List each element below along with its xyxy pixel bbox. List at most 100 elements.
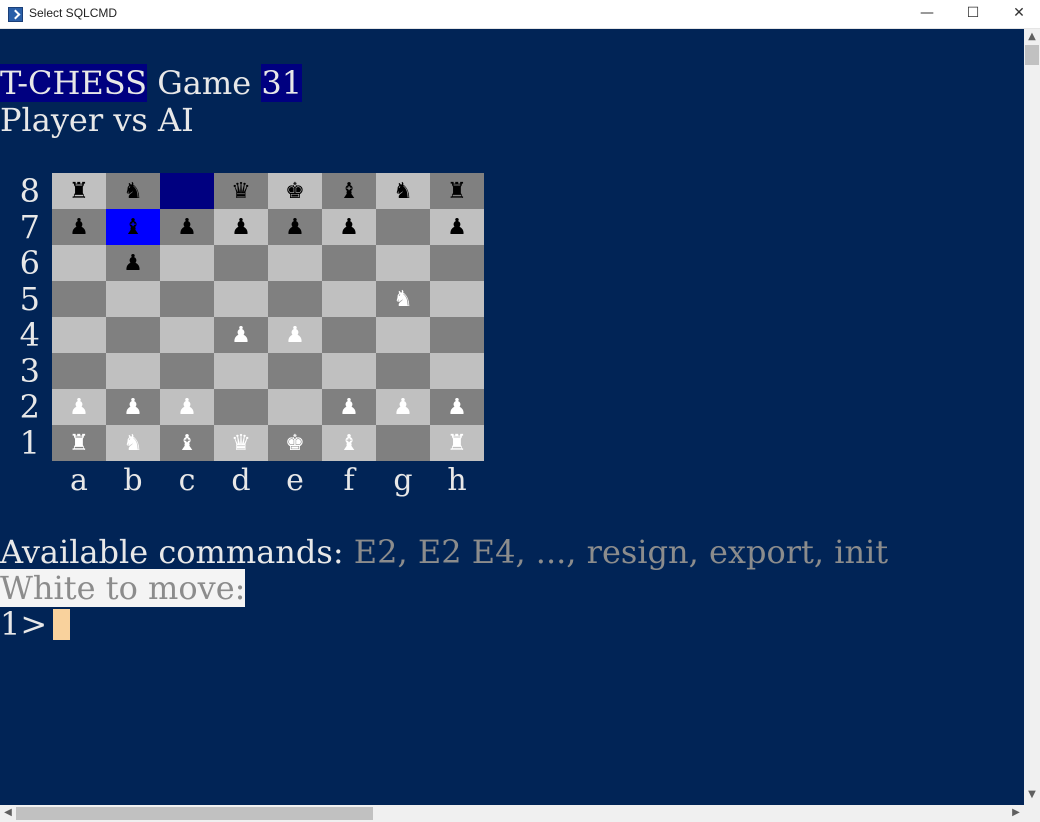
white-piece: ♞	[393, 286, 413, 312]
white-piece: ♚	[285, 430, 305, 456]
black-piece: ♝	[123, 214, 143, 240]
rank-label: 4	[19, 316, 40, 354]
window-title: Select SQLCMD	[29, 6, 118, 20]
close-icon: ✕	[1013, 5, 1025, 21]
rank-label: 2	[19, 388, 40, 426]
square-h6	[430, 245, 484, 281]
powershell-icon	[8, 7, 23, 22]
black-piece: ♟	[231, 214, 251, 240]
black-piece: ♟	[123, 250, 143, 276]
square-g6	[376, 245, 430, 281]
game-label: Game	[147, 64, 262, 102]
file-label: e	[286, 463, 304, 498]
horizontal-scrollbar[interactable]: ◀ ▶	[0, 805, 1024, 822]
black-piece: ♛	[231, 178, 251, 204]
black-piece: ♟	[177, 214, 197, 240]
square-g3	[376, 353, 430, 389]
square-a1: ♜	[52, 425, 106, 461]
scrollbar-corner	[1024, 805, 1040, 822]
rank-label: 3	[19, 352, 40, 390]
close-button[interactable]: ✕	[996, 0, 1040, 28]
square-g7	[376, 209, 430, 245]
white-piece: ♟	[447, 394, 467, 420]
square-f1: ♝	[322, 425, 376, 461]
rank-label: 8	[19, 172, 40, 210]
rank-label: 5	[19, 280, 40, 318]
square-d4: ♟	[214, 317, 268, 353]
square-a2: ♟	[52, 389, 106, 425]
square-g5: ♞	[376, 281, 430, 317]
file-label: f	[343, 463, 355, 498]
white-piece: ♟	[123, 394, 143, 420]
white-piece: ♝	[177, 430, 197, 456]
square-e6	[268, 245, 322, 281]
scroll-right-icon[interactable]: ▶	[1008, 807, 1024, 818]
square-a4	[52, 317, 106, 353]
file-label: g	[393, 463, 413, 498]
horizontal-scroll-thumb[interactable]	[16, 807, 373, 820]
rank-label: 6	[19, 244, 40, 282]
minimize-button[interactable]: —	[904, 0, 950, 28]
white-piece: ♟	[285, 322, 305, 348]
rank-label: 1	[19, 424, 40, 462]
scroll-left-icon[interactable]: ◀	[0, 807, 16, 818]
square-e2	[268, 389, 322, 425]
square-h5	[430, 281, 484, 317]
square-c5	[160, 281, 214, 317]
black-piece: ♟	[447, 214, 467, 240]
maximize-button[interactable]: ☐	[950, 0, 996, 28]
square-a3	[52, 353, 106, 389]
square-c6	[160, 245, 214, 281]
turn-line: White to move:	[0, 569, 246, 607]
square-b6: ♟	[106, 245, 160, 281]
square-h8: ♜	[430, 173, 484, 209]
square-c3	[160, 353, 214, 389]
square-d8: ♛	[214, 173, 268, 209]
square-b4	[106, 317, 160, 353]
file-label: c	[178, 463, 196, 498]
white-piece: ♟	[339, 394, 359, 420]
black-piece: ♟	[339, 214, 359, 240]
white-piece: ♟	[393, 394, 413, 420]
black-piece: ♚	[285, 178, 305, 204]
white-piece: ♟	[177, 394, 197, 420]
vertical-scrollbar[interactable]: ▲ ▼	[1024, 29, 1040, 805]
vertical-scroll-thumb[interactable]	[1025, 45, 1039, 65]
square-e5	[268, 281, 322, 317]
chess-board: ♜ ♞ ♛ ♚ ♝ ♞ ♜ ♟ ♝ ♟ ♟ ♟ ♟ ♟ ♟ ♞ ♟ ♟ ♟ ♟ ♟ ♟ ♟ ♟ ♜ ♞ ♝ ♛ ♚ ♝ ♜	[52, 173, 484, 461]
app-name: T-CHESS	[0, 64, 148, 102]
black-piece: ♟	[285, 214, 305, 240]
console-area[interactable]: T-CHESS Game 31 Player vs AI 87654321 ♜ ♞…	[0, 29, 1024, 805]
text-cursor[interactable]	[53, 609, 70, 640]
square-b2: ♟	[106, 389, 160, 425]
file-label: d	[231, 463, 251, 498]
commands-line: Available commands: E2, E2 E4, ..., resi…	[0, 534, 888, 571]
square-h7: ♟	[430, 209, 484, 245]
square-b3	[106, 353, 160, 389]
file-label: h	[447, 463, 467, 498]
square-a8: ♜	[52, 173, 106, 209]
turn-prompt: White to move:	[0, 569, 246, 607]
minimize-icon: —	[920, 5, 934, 21]
square-c8	[160, 173, 214, 209]
square-a7: ♟	[52, 209, 106, 245]
scroll-down-icon[interactable]: ▼	[1024, 789, 1040, 800]
rank-label: 7	[19, 208, 40, 246]
black-piece: ♜	[447, 178, 467, 204]
square-h4	[430, 317, 484, 353]
square-e4: ♟	[268, 317, 322, 353]
square-g2: ♟	[376, 389, 430, 425]
black-piece: ♞	[393, 178, 413, 204]
scroll-up-icon[interactable]: ▲	[1024, 31, 1040, 42]
square-g1	[376, 425, 430, 461]
square-b8: ♞	[106, 173, 160, 209]
square-h2: ♟	[430, 389, 484, 425]
square-d3	[214, 353, 268, 389]
square-d5	[214, 281, 268, 317]
square-d7: ♟	[214, 209, 268, 245]
square-h3	[430, 353, 484, 389]
square-c1: ♝	[160, 425, 214, 461]
game-number: 31	[261, 64, 303, 102]
white-piece: ♟	[231, 322, 251, 348]
title-bar[interactable]: Select SQLCMD — ☐ ✕	[0, 0, 1040, 29]
